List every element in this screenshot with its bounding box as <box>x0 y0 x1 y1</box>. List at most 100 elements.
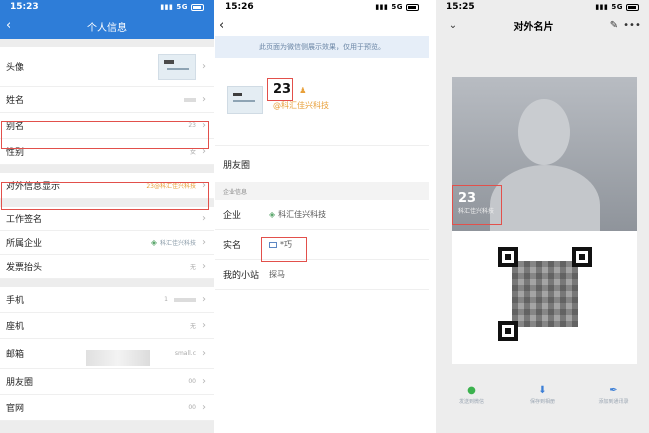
nav-bar: ‹ 个人信息 <box>0 14 214 39</box>
avatar <box>227 86 263 114</box>
card-name: 23 <box>458 191 477 206</box>
row-enterprise[interactable]: 企业 ◈ 科汇佳兴科技 <box>215 200 429 230</box>
signal-icon: ▮▮▮ <box>375 3 389 11</box>
chevron-right-icon: › <box>202 180 206 191</box>
edit-icon[interactable]: ✎ <box>605 20 623 31</box>
screenshot-collage: 15:23 ▮▮▮ 5G ‹ 个人信息 头像 › 姓名 › 别名 23 › 性别… <box>0 0 649 433</box>
qr-code <box>498 247 592 341</box>
chevron-right-icon: › <box>202 237 206 248</box>
card-actions: ● 发送到微信 ⬇ 保存到相册 ✒ 添加到通讯录 <box>436 384 649 420</box>
qr-mosaic <box>512 261 578 327</box>
chevron-right-icon: › <box>202 120 206 131</box>
chevron-right-icon: › <box>202 294 206 305</box>
qr-finder <box>498 247 518 267</box>
card-name-block: 23 科汇佳兴科技 <box>458 191 494 215</box>
realname-label: 实名 <box>223 241 242 251</box>
send-to-wechat-button[interactable]: ● 发送到微信 <box>436 384 507 420</box>
website-label: 官网 <box>6 404 25 414</box>
chevron-right-icon: › <box>202 261 206 272</box>
corp-tag: @科汇佳兴科技 <box>273 101 329 110</box>
business-card: 23 科汇佳兴科技 <box>452 77 637 364</box>
moments-value: 00 <box>188 378 196 385</box>
verified-shield-icon: ◈ <box>269 210 276 219</box>
avatar-label: 头像 <box>6 63 25 73</box>
enterprise-value-text: 科汇佳兴科技 <box>159 240 196 247</box>
mobile-value-redacted <box>174 297 196 302</box>
verified-shield-icon: ◈ <box>150 238 157 247</box>
row-avatar[interactable]: 头像 › <box>0 47 214 87</box>
realname-value: *巧 <box>280 240 292 249</box>
nav-bar: ⌄ 对外名片 ✎ ••• <box>436 14 649 36</box>
chevron-right-icon: › <box>202 213 206 224</box>
chevron-right-icon: › <box>202 61 206 72</box>
enterprise-value: 科汇佳兴科技 <box>278 210 327 219</box>
row-alias[interactable]: 别名 23 › <box>0 113 214 139</box>
external-info-value: 23@科汇佳兴科技 <box>146 183 196 190</box>
signal-icon: ▮▮▮ <box>160 3 174 11</box>
job-signature-label: 工作签名 <box>6 215 43 225</box>
row-job-signature[interactable]: 工作签名 › <box>0 207 214 231</box>
add-to-contacts-label: 添加到通讯录 <box>598 399 629 405</box>
row-website[interactable]: 官网 00 › <box>0 395 214 421</box>
enterprise-value: ◈ 科汇佳兴科技 <box>151 238 196 247</box>
chevron-right-icon: › <box>202 348 206 359</box>
page-title: 对外名片 <box>513 21 554 33</box>
profile-name: 23 <box>273 82 292 97</box>
chevron-right-icon: › <box>202 146 206 157</box>
invoice-value: 无 <box>189 264 196 271</box>
status-bar: 15:23 ▮▮▮ 5G <box>0 0 214 14</box>
chevron-down-icon[interactable]: ⌄ <box>444 20 462 31</box>
row-my-station[interactable]: 我的小站 探马 <box>215 260 429 290</box>
status-time: 15:25 <box>446 2 475 12</box>
save-to-album-label: 保存到相册 <box>529 399 555 405</box>
qr-finder <box>572 247 592 267</box>
external-info-label: 对外信息显示 <box>6 182 61 192</box>
wechat-preview-screen: 15:26 ▮▮▮ 5G ‹ 此页面为微信侧展示效果，仅用于预览。 23 ♟ @… <box>215 0 429 433</box>
person-icon: ♟ <box>299 86 307 95</box>
status-time: 15:26 <box>225 2 254 12</box>
row-external-info[interactable]: 对外信息显示 23@科汇佳兴科技 › <box>0 173 214 199</box>
website-value: 00 <box>188 404 196 411</box>
row-name[interactable]: 姓名 › <box>0 87 214 113</box>
row-moments[interactable]: 朋友圈 <box>215 146 429 182</box>
my-station-label: 我的小站 <box>223 271 260 281</box>
email-value: small.c <box>174 350 196 357</box>
add-to-contacts-button[interactable]: ✒ 添加到通讯录 <box>578 384 649 420</box>
enterprise-section-title: 企业信息 <box>215 182 429 200</box>
row-enterprise[interactable]: 所属企业 ◈ 科汇佳兴科技 › <box>0 231 214 255</box>
id-card-icon <box>269 241 277 248</box>
signal-icon: ▮▮▮ <box>595 3 609 11</box>
moments-label: 朋友圈 <box>223 160 251 171</box>
avatar <box>158 53 196 80</box>
external-card-screen: 15:25 ▮▮▮ 5G ⌄ 对外名片 ✎ ••• 23 科汇佳兴科技 ● 发送… <box>436 0 649 433</box>
send-to-wechat-label: 发送到微信 <box>458 399 484 405</box>
row-landline[interactable]: 座机 无 › <box>0 313 214 339</box>
back-icon[interactable]: ‹ <box>6 18 11 33</box>
row-invoice[interactable]: 发票抬头 无 › <box>0 255 214 279</box>
row-mobile[interactable]: 手机 1 › <box>0 287 214 313</box>
gender-value: 女 <box>189 149 196 156</box>
landline-label: 座机 <box>6 322 25 332</box>
gender-label: 性别 <box>6 148 25 158</box>
mobile-value: 1 <box>164 296 168 303</box>
row-realname[interactable]: 实名 *巧 <box>215 230 429 260</box>
row-moments[interactable]: 朋友圈 00 › <box>0 369 214 395</box>
wechat-icon: ● <box>467 385 476 396</box>
email-redaction-blur <box>86 350 150 366</box>
more-icon[interactable]: ••• <box>623 20 641 31</box>
chevron-right-icon: › <box>202 320 206 331</box>
invoice-label: 发票抬头 <box>6 263 43 273</box>
enterprise-label: 企业 <box>223 211 242 221</box>
page-title: 个人信息 <box>87 23 127 34</box>
alias-value: 23 <box>188 122 196 129</box>
back-icon[interactable]: ‹ <box>219 18 224 33</box>
name-value-redacted <box>184 97 196 102</box>
landline-value: 无 <box>189 323 196 330</box>
my-station-value: 探马 <box>269 270 285 279</box>
chevron-right-icon: › <box>202 376 206 387</box>
row-gender[interactable]: 性别 女 › <box>0 139 214 165</box>
save-to-album-button[interactable]: ⬇ 保存到相册 <box>507 384 578 420</box>
preview-notice: 此页面为微信侧展示效果，仅用于预览。 <box>215 36 429 58</box>
nav-bar: ‹ <box>215 14 429 36</box>
name-label: 姓名 <box>6 96 25 106</box>
